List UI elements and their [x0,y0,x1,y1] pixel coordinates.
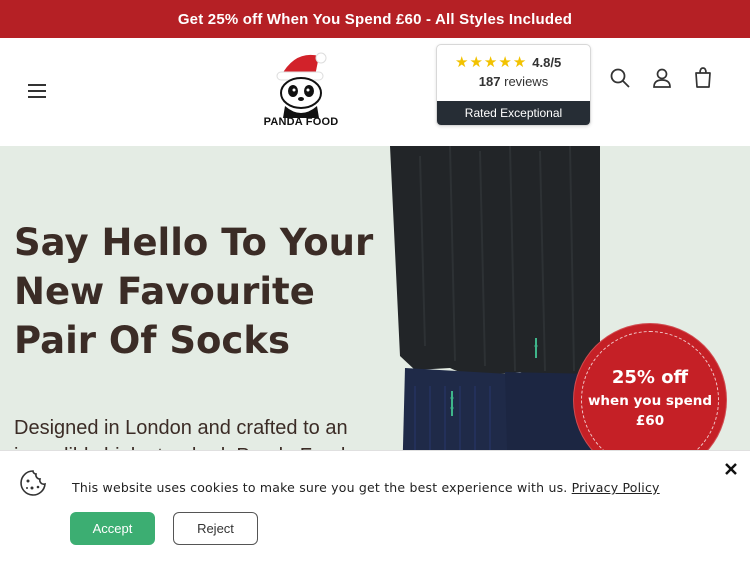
star-icon: ★ [483,54,498,71]
star-icon: ★ [498,54,512,71]
promo-condition: when you spend [587,393,713,409]
promo-discount: 25% off [611,367,689,388]
star-icon: ★ [469,54,483,71]
close-icon[interactable] [723,461,739,477]
accept-button[interactable]: Accept [70,512,155,545]
hero-title-line: Say Hello To Your [14,221,374,264]
rated-label: Rated Exceptional [437,101,590,125]
cart-icon[interactable] [691,66,715,90]
rating-score: 4.8/5 [532,55,562,70]
announcement-text: Get 25% off When You Spend £60 - All Sty… [177,10,573,28]
star-icon: ★ [455,54,469,71]
logo[interactable]: PANDA FOOD [255,48,347,134]
hero-title-line: New Favourite [14,270,315,313]
review-count: 187 reviews [437,74,590,89]
reject-button[interactable]: Reject [173,512,258,545]
hero-title: Say Hello To Your New Favourite Pair Of … [14,218,394,365]
site-header: PANDA FOOD ★ ★ ★ ★ ★ 4.8/5 187 reviews R… [0,38,750,146]
star-rating: ★ ★ ★ ★ ★ 4.8/5 [455,55,561,70]
reviews-badge[interactable]: ★ ★ ★ ★ ★ 4.8/5 187 reviews Rated Except… [436,44,591,126]
review-count-number: 187 [478,74,501,89]
panda-logo-graphic [276,52,327,118]
cookie-message-text: This website uses cookies to make sure y… [72,480,568,495]
cookie-icon [18,468,48,498]
privacy-policy-link[interactable]: Privacy Policy [572,480,660,495]
account-icon[interactable] [650,66,674,90]
cookie-message: This website uses cookies to make sure y… [72,480,660,495]
review-count-suffix: reviews [504,74,549,89]
announcement-bar: Get 25% off When You Spend £60 - All Sty… [0,0,750,38]
hero-title-line: Pair Of Socks [14,319,290,362]
logo-text: PANDA FOOD [263,116,339,128]
menu-icon[interactable] [26,80,52,102]
search-icon[interactable] [608,66,632,90]
cookie-banner: This website uses cookies to make sure y… [0,450,750,563]
promo-amount: £60 [635,413,665,429]
star-icon: ★ [512,54,527,71]
